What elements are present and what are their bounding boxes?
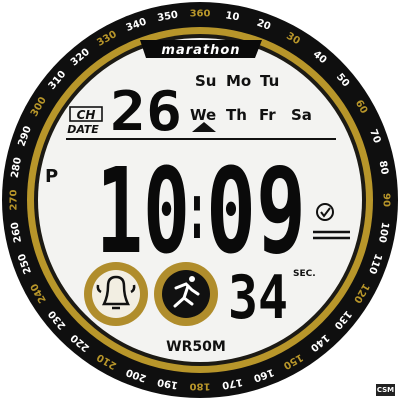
weekday-mo: Mo [226,72,251,90]
time-colon: : [186,164,208,257]
date-ch-label: CH [77,108,96,122]
ampm-indicator: P [45,166,58,187]
seconds-value: 34 [228,263,288,333]
time-minutes: 09 [206,142,306,280]
date-label: DATE [67,123,99,136]
weekday-sa: Sa [291,106,312,124]
weekday-fr: Fr [259,106,276,124]
time-hours: 10 [96,142,190,280]
bezel-label-90: 90 [381,193,392,207]
date-value: 26 [110,80,182,143]
csm-badge: CSM [376,384,395,396]
bezel-label-360: 360 [190,9,211,20]
seconds-label: SEC. [293,269,316,279]
weekday-tu: Tu [260,72,279,90]
bell-button[interactable] [84,262,148,326]
bezel-label-270: 270 [9,190,20,211]
weekday-su: Su [195,72,216,90]
weekday-th: Th [226,106,247,124]
runner-button[interactable] [154,262,218,326]
brand-logo: marathon [161,43,240,58]
watch-face: 360 1020304050607080901001101201301401501… [2,2,398,398]
water-resistance-label: WR50M [166,339,226,355]
weekday-we: We [190,106,216,124]
bezel-label-180: 180 [190,381,211,392]
